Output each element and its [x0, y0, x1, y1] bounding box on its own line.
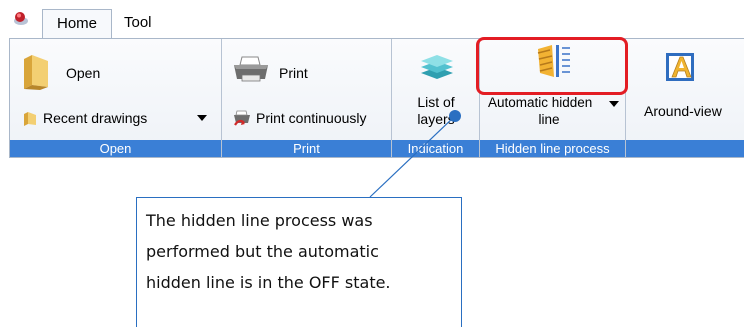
callout-line-2: performed but the automatic — [146, 242, 379, 261]
callout-text: The hidden line process was performed bu… — [146, 205, 458, 298]
callout-line-3: hidden line is in the OFF state. — [146, 273, 391, 292]
callout-line-1: The hidden line process was — [146, 211, 373, 230]
